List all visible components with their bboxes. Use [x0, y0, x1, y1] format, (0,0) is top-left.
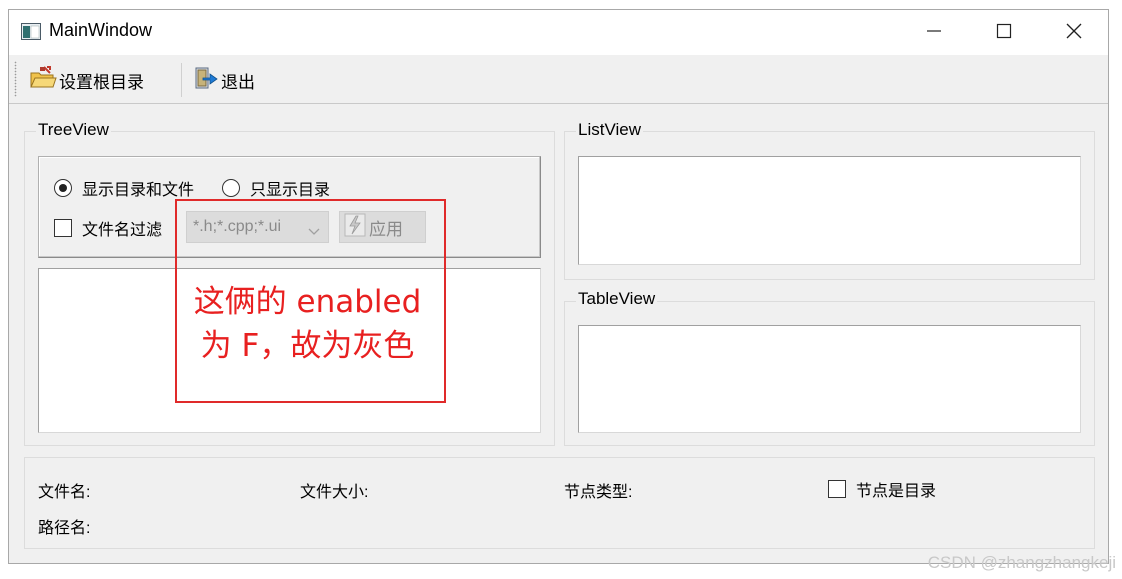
title-bar[interactable]: MainWindow: [9, 10, 1108, 55]
file-size-label: 文件大小:: [300, 484, 369, 501]
maximize-icon: [996, 23, 1012, 43]
tableview-group-title: TableView: [576, 289, 658, 309]
exit-button[interactable]: 退出: [193, 65, 255, 95]
annotation-line-2: 为 F，故为灰色: [200, 328, 415, 364]
radio-unselected-indicator: [222, 179, 240, 197]
screenshot-canvas: MainWindow 设置根目录 退出 TreeView 显示目录和文件 只显示…: [0, 0, 1122, 579]
path-name-label: 路径名:: [38, 520, 91, 537]
node-is-dir-label: 节点是目录: [856, 483, 937, 500]
filename-filter-label: 文件名过滤: [82, 222, 163, 239]
checkbox-box: [828, 480, 846, 498]
app-window-icon: [21, 23, 41, 40]
exit-door-icon: [193, 65, 221, 96]
watermark: CSDN @zhangzhangkeji: [927, 553, 1116, 572]
filename-filter-checkbox[interactable]: 文件名过滤: [54, 216, 162, 240]
radio-show-dirs-only-label: 只显示目录: [250, 182, 331, 199]
info-group: [24, 457, 1095, 549]
radio-show-dirs-and-files-label: 显示目录和文件: [82, 182, 195, 199]
maximize-button[interactable]: [969, 10, 1039, 55]
treeview-group-title: TreeView: [36, 120, 111, 140]
node-is-dir-checkbox[interactable]: 节点是目录: [828, 477, 936, 501]
minimize-icon: [926, 23, 942, 43]
file-name-label: 文件名:: [38, 484, 91, 501]
exit-label: 退出: [221, 72, 255, 92]
node-type-label: 节点类型:: [564, 484, 633, 501]
list-view[interactable]: [578, 156, 1081, 265]
checkbox-box: [54, 219, 72, 237]
window-title: MainWindow: [49, 20, 153, 40]
toolbar-grip[interactable]: [14, 61, 17, 97]
close-icon: [1066, 23, 1082, 43]
annotation-line-1: 这俩的 enabled: [193, 284, 422, 320]
annotation-text: 这俩的 enabled 为 F，故为灰色: [180, 280, 435, 368]
set-root-dir-label: 设置根目录: [59, 72, 144, 92]
close-button[interactable]: [1039, 10, 1109, 55]
toolbar-separator: [181, 63, 182, 97]
toolbar: 设置根目录 退出: [9, 55, 1108, 104]
listview-group-title: ListView: [576, 120, 643, 140]
radio-show-dirs-only[interactable]: 只显示目录: [222, 176, 330, 200]
table-view[interactable]: [578, 325, 1081, 433]
folder-open-icon: [29, 65, 59, 96]
radio-selected-indicator: [54, 179, 72, 197]
minimize-button[interactable]: [899, 10, 969, 55]
set-root-dir-button[interactable]: 设置根目录: [29, 65, 144, 95]
radio-show-dirs-and-files[interactable]: 显示目录和文件: [54, 176, 194, 200]
main-window: MainWindow 设置根目录 退出 TreeView 显示目录和文件 只显示…: [8, 9, 1109, 564]
